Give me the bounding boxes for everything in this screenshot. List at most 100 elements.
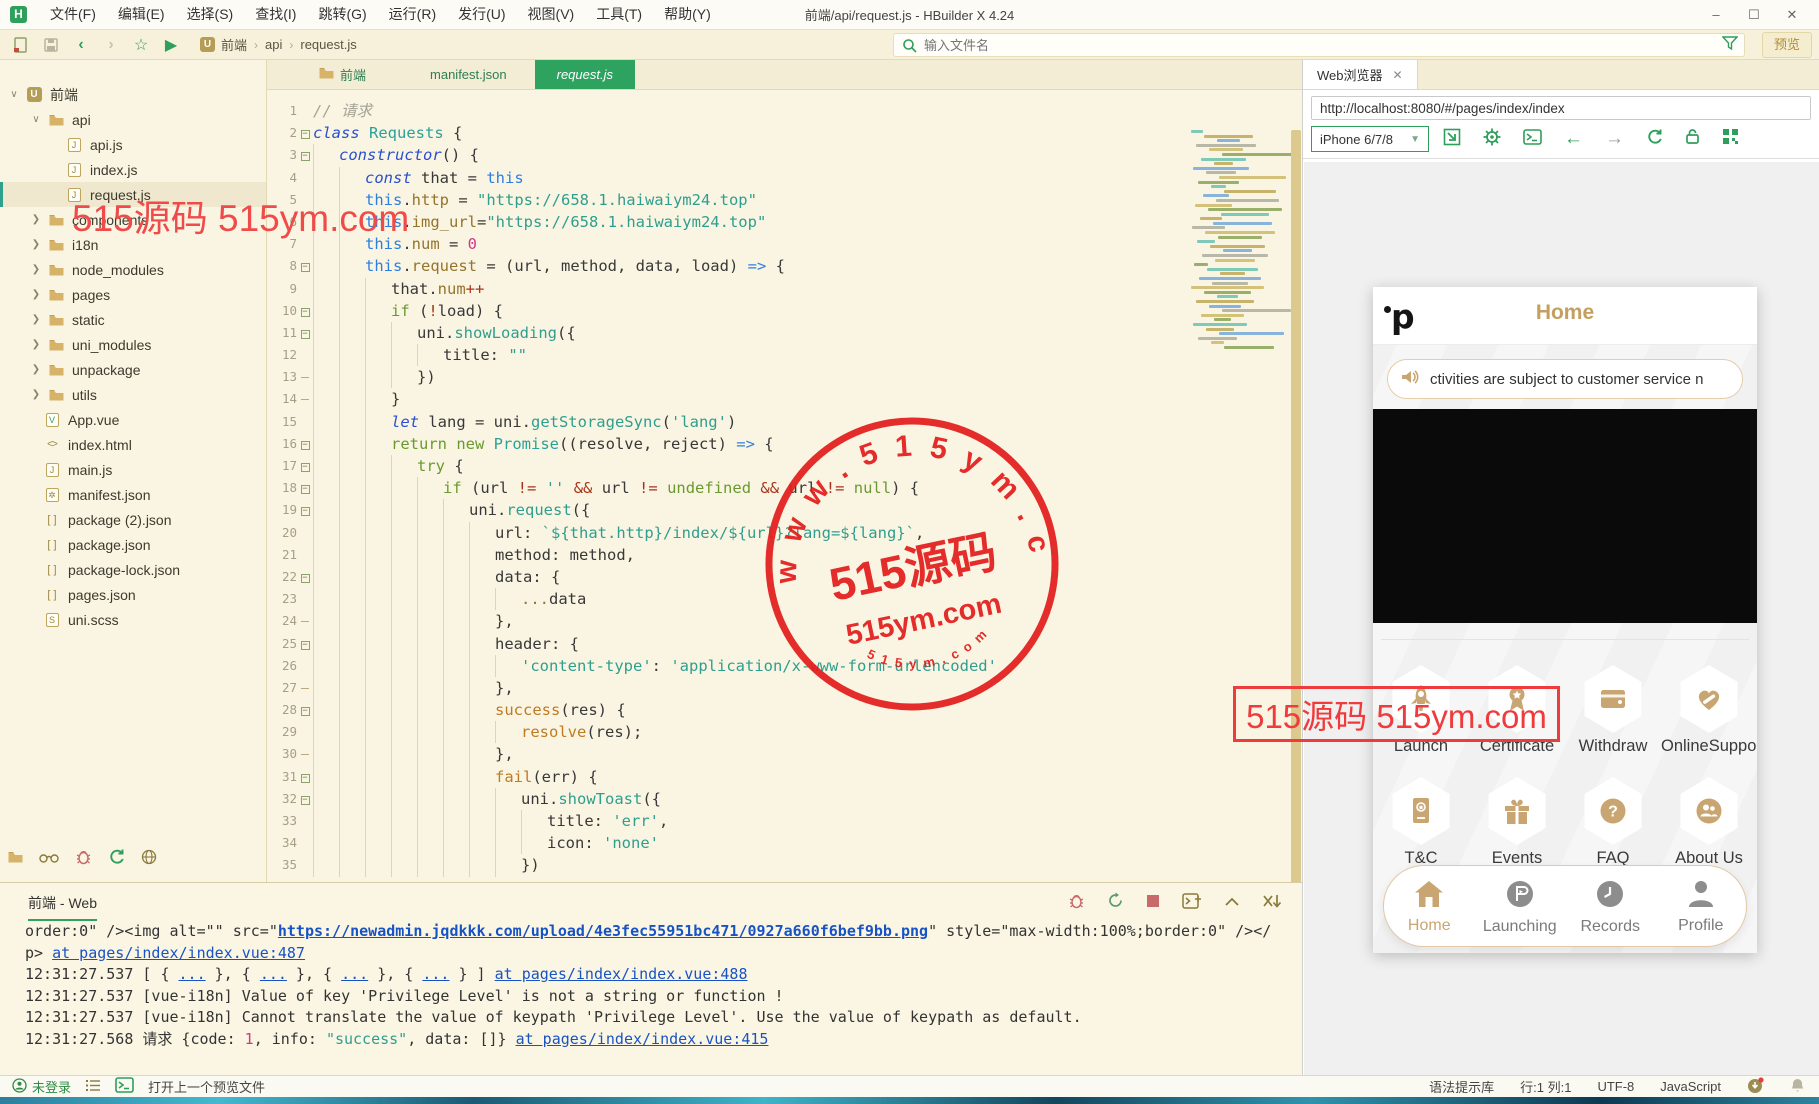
file-search-box[interactable] <box>893 33 1745 57</box>
debug-icon[interactable] <box>1068 893 1085 914</box>
close-tab-icon[interactable]: ✕ <box>1393 68 1403 82</box>
refresh-icon[interactable] <box>108 848 125 870</box>
tree-item-main-js[interactable]: Jmain.js <box>0 457 266 482</box>
breadcrumb-item-0[interactable]: 前端 <box>221 35 247 54</box>
grid-item-faq[interactable]: ? FAQ <box>1565 777 1661 868</box>
grid-item-withdraw[interactable]: Withdraw <box>1565 665 1661 756</box>
console-link[interactable]: ... <box>179 965 206 983</box>
close-button[interactable]: ✕ <box>1773 0 1811 29</box>
menu-item-7[interactable]: 视图(V) <box>517 0 586 29</box>
back-icon[interactable]: ‹ <box>66 32 96 58</box>
menu-item-8[interactable]: 工具(T) <box>585 0 653 29</box>
console-link[interactable]: ... <box>341 965 368 983</box>
tree-item-static[interactable]: ❯ static <box>0 307 266 332</box>
forward-icon[interactable]: › <box>96 32 126 58</box>
chevron-down-icon[interactable]: ∨ <box>30 114 42 125</box>
settings-gear-icon[interactable] <box>1483 128 1501 151</box>
unlock-icon[interactable] <box>1685 128 1700 150</box>
chevron-right-icon[interactable]: ❯ <box>30 364 42 375</box>
tree-item-index-html[interactable]: <> index.html <box>0 432 266 457</box>
menu-item-9[interactable]: 帮助(Y) <box>653 0 722 29</box>
menu-item-5[interactable]: 运行(R) <box>378 0 447 29</box>
tree-item-pages-json[interactable]: [ ] pages.json <box>0 582 266 607</box>
tree-item-pages[interactable]: ❯ pages <box>0 282 266 307</box>
menu-item-6[interactable]: 发行(U) <box>447 0 516 29</box>
console-link[interactable]: at pages/index/index.vue:488 <box>495 965 748 983</box>
forward-arrow-icon[interactable]: → <box>1605 128 1624 150</box>
grid-item-about-us[interactable]: About Us <box>1661 777 1757 868</box>
chevron-right-icon[interactable]: ❯ <box>30 339 42 350</box>
editor-tab-request-js[interactable]: request.js <box>534 59 635 89</box>
tree-item-api-js[interactable]: Japi.js <box>0 132 266 157</box>
console-link[interactable]: at pages/index/index.vue:415 <box>516 1030 769 1048</box>
tab-records[interactable]: Records <box>1567 877 1653 936</box>
open-previous-preview[interactable]: 打开上一个预览文件 <box>148 1077 265 1096</box>
chevron-down-icon[interactable]: ∨ <box>8 89 20 100</box>
url-input[interactable] <box>1311 96 1811 120</box>
breadcrumb-item-1[interactable]: api <box>265 37 282 52</box>
grid-item-onlinesupport[interactable]: OnlineSupport <box>1661 665 1757 756</box>
tree-item-index-js[interactable]: Jindex.js <box>0 157 266 182</box>
minimize-button[interactable]: – <box>1697 0 1735 29</box>
console-icon[interactable] <box>1523 128 1542 150</box>
tree-item-uni-scss[interactable]: Suni.scss <box>0 607 266 632</box>
collapse-panel-icon[interactable] <box>1224 894 1240 912</box>
chevron-right-icon[interactable]: ❯ <box>30 389 42 400</box>
chevron-right-icon[interactable]: ❯ <box>30 289 42 300</box>
back-arrow-icon[interactable]: ← <box>1564 128 1583 150</box>
grid-item-t-c[interactable]: T&C <box>1373 777 1469 868</box>
status-item-0[interactable]: 语法提示库 <box>1429 1077 1494 1096</box>
tree-item-unpackage[interactable]: ❯ unpackage <box>0 357 266 382</box>
new-file-icon[interactable] <box>6 32 36 58</box>
tree-item-app-vue[interactable]: V App.vue <box>0 407 266 432</box>
login-status[interactable]: 未登录 <box>12 1077 71 1096</box>
menu-item-1[interactable]: 编辑(E) <box>107 0 176 29</box>
list-icon[interactable] <box>85 1079 101 1095</box>
search-input[interactable] <box>924 37 1704 53</box>
editor-scrollbar[interactable] <box>1291 130 1301 882</box>
tree-item-package-2-json[interactable]: [ ] package (2).json <box>0 507 266 532</box>
menu-item-2[interactable]: 选择(S) <box>176 0 245 29</box>
console-link[interactable]: https://newadmin.jqdkkk.com/upload/4e3fe… <box>278 922 928 940</box>
chevron-right-icon[interactable]: ❯ <box>30 314 42 325</box>
tab-profile[interactable]: Profile <box>1658 878 1744 935</box>
tab-launching[interactable]: Launching <box>1477 877 1563 936</box>
chevron-right-icon[interactable]: ❯ <box>30 264 42 275</box>
console-link[interactable]: ... <box>422 965 449 983</box>
chevron-right-icon[interactable]: ❯ <box>30 214 42 225</box>
update-download-icon[interactable] <box>1747 1076 1764 1097</box>
restart-icon[interactable] <box>1107 892 1124 914</box>
browser-tab[interactable]: Web浏览器 ✕ <box>1303 60 1418 89</box>
status-item-3[interactable]: JavaScript <box>1660 1079 1721 1094</box>
filter-funnel-icon[interactable] <box>1721 35 1739 56</box>
debug-icon[interactable] <box>75 849 92 870</box>
menu-item-4[interactable]: 跳转(G) <box>307 0 377 29</box>
qr-code-icon[interactable] <box>1722 128 1739 150</box>
preview-button[interactable]: 预览 <box>1762 32 1812 58</box>
device-select[interactable]: iPhone 6/7/8 ▼ <box>1311 126 1429 152</box>
editor-tab-前端[interactable]: 前端 <box>297 59 388 89</box>
menu-item-3[interactable]: 查找(I) <box>244 0 307 29</box>
network-icon[interactable] <box>141 849 157 870</box>
open-external-icon[interactable] <box>1443 128 1461 151</box>
grid-item-events[interactable]: Events <box>1469 777 1565 868</box>
menu-item-0[interactable]: 文件(F) <box>39 0 107 29</box>
console-link[interactable]: ... <box>260 965 287 983</box>
run-icon[interactable]: ▶ <box>156 32 186 58</box>
view-icon[interactable] <box>39 850 59 868</box>
status-item-1[interactable]: 行:1 列:1 <box>1520 1077 1571 1096</box>
tree-item-manifest-json[interactable]: ✲ manifest.json <box>0 482 266 507</box>
refresh-icon[interactable] <box>1646 128 1663 150</box>
clear-console-icon[interactable] <box>1262 894 1282 913</box>
tree-item--[interactable]: ∨ U 前端 <box>0 82 266 107</box>
tree-item-package-lock-json[interactable]: [ ] package-lock.json <box>0 557 266 582</box>
status-item-2[interactable]: UTF-8 <box>1597 1079 1634 1094</box>
tree-item-node-modules[interactable]: ❯ node_modules <box>0 257 266 282</box>
breadcrumb-item-2[interactable]: request.js <box>300 37 356 52</box>
new-terminal-icon[interactable] <box>1182 892 1202 914</box>
chevron-right-icon[interactable]: ❯ <box>30 239 42 250</box>
tree-item-api[interactable]: ∨ api <box>0 107 266 132</box>
tab-home[interactable]: Home <box>1386 878 1472 935</box>
console-tab[interactable]: 前端 - Web <box>28 893 97 921</box>
tree-item-package-json[interactable]: [ ] package.json <box>0 532 266 557</box>
